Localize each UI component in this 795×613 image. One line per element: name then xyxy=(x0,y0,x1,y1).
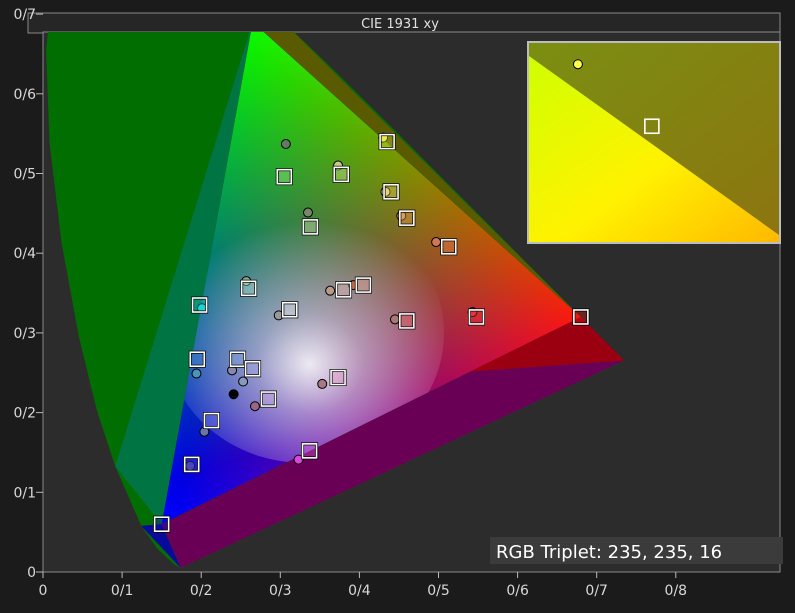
target-square-outline xyxy=(153,515,171,533)
y-tick-label: 0/6 xyxy=(13,87,36,103)
target-square-outline xyxy=(467,308,485,326)
target-square-outline xyxy=(259,390,277,408)
target-square-outline xyxy=(301,218,319,236)
target-square-outline xyxy=(229,350,247,368)
y-tick-label: 0 xyxy=(27,565,36,581)
y-tick-label: 0/4 xyxy=(13,246,36,262)
target-square-outline xyxy=(188,350,206,368)
measured-point xyxy=(302,207,313,218)
x-tick-label: 0/6 xyxy=(506,583,529,599)
target-square-outline xyxy=(240,279,258,297)
measured-point xyxy=(249,401,260,412)
cie-chart: CIE 1931 xy 0 0/1 0/2 0/3 0/4 0/5 0/6 0/7 0/8 0 0/… xyxy=(0,0,795,609)
y-tick-label: 0/5 xyxy=(13,167,36,183)
target-square-outline xyxy=(378,133,396,151)
y-tick-label: 0/3 xyxy=(13,326,36,342)
target-square-outline xyxy=(275,168,293,186)
inset-zoom xyxy=(527,41,781,244)
chart-window: CIE 1931 xy 0 0/1 0/2 0/3 0/4 0/5 0/6 0/7 0/8 0 0/… xyxy=(0,0,795,609)
measured-point xyxy=(228,389,239,400)
y-tick-label: 0/2 xyxy=(13,406,36,422)
x-tick-label: 0/4 xyxy=(348,583,371,599)
measured-point xyxy=(389,314,400,325)
y-tick-label: 0/7 xyxy=(13,7,36,23)
x-tick-label: 0/1 xyxy=(111,583,134,599)
inset-measured-point xyxy=(572,59,583,70)
target-square-outline xyxy=(398,312,416,330)
target-square-outline xyxy=(202,412,220,430)
measured-point xyxy=(317,378,328,389)
x-tick-label: 0 xyxy=(39,583,48,599)
target-square-outline xyxy=(335,281,353,299)
target-square-outline xyxy=(301,442,319,460)
target-square-outline xyxy=(354,276,372,294)
target-square-outline xyxy=(382,183,400,201)
target-square-outline xyxy=(329,369,347,387)
x-tick-label: 0/5 xyxy=(427,583,450,599)
measured-point xyxy=(325,285,336,296)
measured-point xyxy=(238,376,249,387)
target-square-outline xyxy=(398,209,416,227)
target-square-outline xyxy=(440,238,458,256)
target-square-outline xyxy=(572,308,590,326)
measured-point xyxy=(191,368,202,379)
measured-point xyxy=(280,139,291,150)
x-tick-label: 0/7 xyxy=(585,583,608,599)
chart-title: CIE 1931 xy xyxy=(361,17,439,32)
target-square-outline xyxy=(244,360,262,378)
target-square-outline xyxy=(332,165,350,183)
x-tick-label: 0/2 xyxy=(190,583,213,599)
x-tick-label: 0/8 xyxy=(665,583,688,599)
target-square-outline xyxy=(191,296,209,314)
y-tick-label: 0/1 xyxy=(13,485,36,501)
target-square-outline xyxy=(183,455,201,473)
measured-point xyxy=(431,237,442,248)
rgb-readout: RGB Triplet: 235, 235, 16 xyxy=(496,542,722,563)
x-tick-label: 0/3 xyxy=(269,583,292,599)
target-square-outline xyxy=(281,301,299,319)
